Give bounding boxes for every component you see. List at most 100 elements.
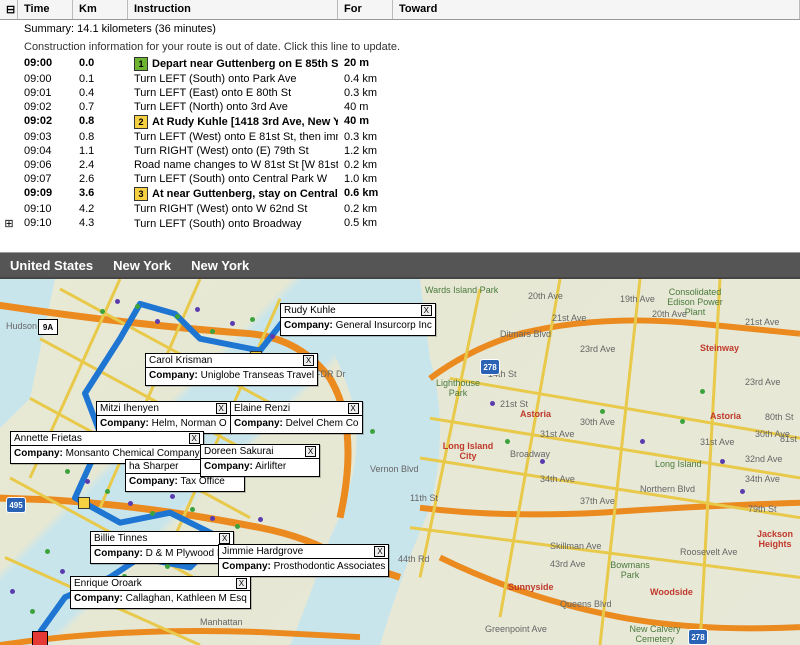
breadcrumb-item[interactable]: New York bbox=[113, 258, 171, 273]
time-cell: 09:01 bbox=[18, 87, 73, 99]
instruction-cell: Turn LEFT (South) onto Park Ave bbox=[128, 73, 338, 85]
direction-row[interactable]: 09:000.01Depart near Guttenberg on E 85t… bbox=[0, 56, 800, 72]
map-label: 23rd Ave bbox=[745, 377, 780, 387]
poi-dot-icon bbox=[100, 309, 105, 314]
km-cell: 3.6 bbox=[73, 187, 128, 201]
close-icon[interactable]: X bbox=[348, 403, 359, 414]
breadcrumb-item[interactable]: New York bbox=[191, 258, 249, 273]
map-label: 31st Ave bbox=[540, 429, 574, 439]
close-icon[interactable]: X bbox=[216, 403, 227, 414]
poi-dot-icon bbox=[65, 469, 70, 474]
map-callout-mitzi[interactable]: Mitzi IhenyenXCompany: Helm, Norman O bbox=[96, 401, 231, 434]
for-cell: 0.4 km bbox=[338, 73, 393, 85]
map-callout-jimmie[interactable]: Jimmie HardgroveXCompany: Prosthodontic … bbox=[218, 544, 389, 577]
time-cell: 09:07 bbox=[18, 173, 73, 185]
poi-dot-icon bbox=[190, 507, 195, 512]
for-header[interactable]: For bbox=[338, 0, 393, 19]
map-label: 43rd Ave bbox=[550, 559, 585, 569]
map-label: Long Island bbox=[655, 459, 702, 469]
close-icon[interactable]: X bbox=[374, 546, 385, 557]
route-marker-icon[interactable] bbox=[32, 631, 48, 645]
time-cell: 09:02 bbox=[18, 101, 73, 113]
map-label: Broadway bbox=[510, 449, 550, 459]
map-callout-billie[interactable]: Billie TinnesXCompany: D & M Plywood Inc bbox=[90, 531, 234, 564]
poi-dot-icon bbox=[45, 549, 50, 554]
poi-dot-icon bbox=[30, 609, 35, 614]
for-cell: 0.2 km bbox=[338, 159, 393, 171]
direction-row[interactable]: 09:093.63At near Guttenberg, stay on Cen… bbox=[0, 186, 800, 202]
route-shield-icon: 278 bbox=[688, 629, 708, 645]
km-cell: 0.8 bbox=[73, 131, 128, 143]
instruction-cell: Turn RIGHT (West) onto (E) 79th St bbox=[128, 145, 338, 157]
close-icon[interactable]: X bbox=[305, 446, 316, 457]
time-cell: 09:09 bbox=[18, 187, 73, 201]
toward-header[interactable]: Toward bbox=[393, 0, 800, 19]
map-callout-rudy[interactable]: Rudy KuhleXCompany: General Insurcorp In… bbox=[280, 303, 436, 336]
direction-row[interactable]: 09:062.4Road name changes to W 81st St [… bbox=[0, 158, 800, 172]
map-callout-enrique[interactable]: Enrique OroarkXCompany: Callaghan, Kathl… bbox=[70, 576, 251, 609]
map-label: 32nd Ave bbox=[745, 454, 782, 464]
map-label: 37th Ave bbox=[580, 496, 615, 506]
direction-row[interactable]: 09:010.4Turn LEFT (East) onto E 80th St0… bbox=[0, 86, 800, 100]
map-label: Wards Island Park bbox=[425, 285, 498, 295]
direction-row[interactable]: 09:072.6Turn LEFT (South) onto Central P… bbox=[0, 172, 800, 186]
direction-row[interactable]: 09:104.2Turn RIGHT (West) onto W 62nd St… bbox=[0, 202, 800, 216]
km-cell: 0.7 bbox=[73, 101, 128, 113]
callout-title: Jimmie HardgroveX bbox=[219, 545, 388, 559]
time-cell: 09:03 bbox=[18, 131, 73, 143]
callout-title: Annette Frietas X bbox=[11, 432, 203, 446]
direction-row[interactable]: 09:030.8Turn LEFT (West) onto E 81st St,… bbox=[0, 130, 800, 144]
poi-dot-icon bbox=[128, 501, 133, 506]
km-cell: 0.0 bbox=[73, 57, 128, 71]
map-label: Sunnyside bbox=[508, 582, 554, 592]
callout-title: Mitzi IhenyenX bbox=[97, 402, 230, 416]
instruction-cell: 2At Rudy Kuhle [1418 3rd Ave, New York, … bbox=[128, 115, 338, 129]
close-icon[interactable]: X bbox=[303, 355, 314, 366]
close-icon[interactable]: X bbox=[189, 433, 200, 444]
time-header[interactable]: Time bbox=[18, 0, 73, 19]
construction-update-link[interactable]: Construction information for your route … bbox=[0, 38, 800, 56]
instruction-header[interactable]: Instruction bbox=[128, 0, 338, 19]
map-label: 21st Ave bbox=[552, 313, 586, 323]
map-callout-doreen[interactable]: Doreen SakuraiXCompany: Airlifter bbox=[200, 444, 320, 477]
poi-dot-icon bbox=[150, 511, 155, 516]
km-cell: 0.1 bbox=[73, 73, 128, 85]
breadcrumb: United States New York New York bbox=[0, 253, 800, 277]
close-icon[interactable]: X bbox=[219, 533, 230, 544]
poi-dot-icon bbox=[155, 319, 160, 324]
time-cell: 09:10 bbox=[18, 217, 73, 230]
for-cell: 0.3 km bbox=[338, 87, 393, 99]
map-pane[interactable]: HudsonWards Island ParkConsolidated Edis… bbox=[0, 277, 800, 645]
breadcrumb-item[interactable]: United States bbox=[10, 258, 93, 273]
direction-row[interactable]: ⊞09:104.3Turn LEFT (South) onto Broadway… bbox=[0, 216, 800, 231]
callout-name: Billie Tinnes bbox=[94, 533, 147, 544]
for-cell: 0.5 km bbox=[338, 217, 393, 230]
close-icon[interactable]: X bbox=[421, 305, 432, 316]
expand-icon bbox=[0, 131, 18, 143]
instruction-cell: Road name changes to W 81st St [W 81st T… bbox=[128, 159, 338, 171]
map-callout-elaine[interactable]: Elaine RenziXCompany: Delvel Chem Co bbox=[230, 401, 363, 434]
poi-dot-icon bbox=[540, 459, 545, 464]
direction-row[interactable]: 09:000.1Turn LEFT (South) onto Park Ave0… bbox=[0, 72, 800, 86]
callout-name: Annette Frietas bbox=[14, 433, 82, 444]
map-label: 44th Rd bbox=[398, 554, 430, 564]
km-cell: 0.8 bbox=[73, 115, 128, 129]
callout-name: Carol Krisman bbox=[149, 355, 212, 366]
close-icon[interactable]: X bbox=[236, 578, 247, 589]
poi-dot-icon bbox=[505, 439, 510, 444]
expand-icon[interactable]: ⊞ bbox=[0, 217, 18, 230]
expand-icon bbox=[0, 159, 18, 171]
yellow-marker-icon[interactable] bbox=[78, 497, 90, 509]
expand-header[interactable]: ⊟ bbox=[0, 0, 18, 19]
map-callout-carol[interactable]: Carol KrismanXCompany: Uniglobe Transeas… bbox=[145, 353, 318, 386]
instruction-cell: 3At near Guttenberg, stay on Central Par… bbox=[128, 187, 338, 201]
direction-row[interactable]: 09:020.7Turn LEFT (North) onto 3rd Ave40… bbox=[0, 100, 800, 114]
map-label: Bowmans Park bbox=[600, 560, 660, 580]
direction-row[interactable]: 09:041.1Turn RIGHT (West) onto (E) 79th … bbox=[0, 144, 800, 158]
km-header[interactable]: Km bbox=[73, 0, 128, 19]
km-cell: 4.2 bbox=[73, 203, 128, 215]
direction-row[interactable]: 09:020.82At Rudy Kuhle [1418 3rd Ave, Ne… bbox=[0, 114, 800, 130]
poi-dot-icon bbox=[235, 524, 240, 529]
map-label: 81st St bbox=[780, 434, 800, 444]
instruction-cell: 1Depart near Guttenberg on E 85th St (We… bbox=[128, 57, 338, 71]
